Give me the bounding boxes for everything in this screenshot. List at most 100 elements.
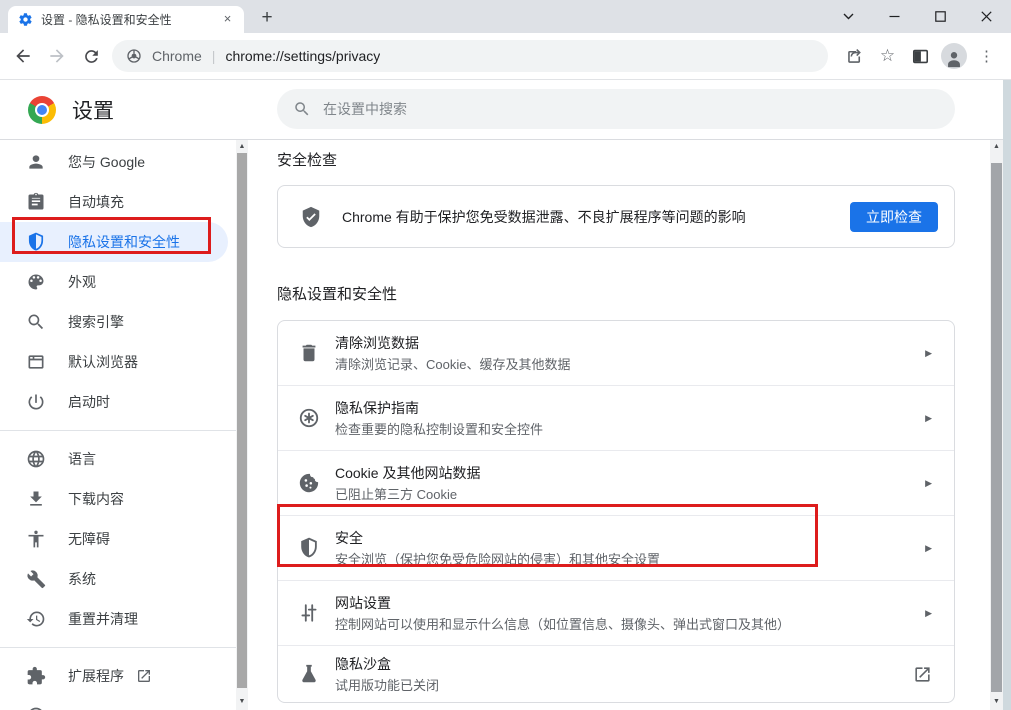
settings-gear-favicon-icon [18, 12, 33, 27]
search-input[interactable] [323, 101, 939, 117]
row-security[interactable]: 安全 安全浏览（保护您免受危险网站的侵害）和其他安全设置 ▶ [278, 516, 954, 581]
security-shield-icon [298, 537, 320, 559]
row-privacy-sandbox[interactable]: 隐私沙盒 试用版功能已关闭 [278, 646, 954, 702]
row-site-settings[interactable]: 网站设置 控制网站可以使用和显示什么信息（如位置信息、摄像头、弹出式窗口及其他）… [278, 581, 954, 646]
row-subtitle: 安全浏览（保护您免受危险网站的侵害）和其他安全设置 [335, 551, 925, 569]
trash-icon [298, 342, 320, 364]
scroll-up-icon[interactable]: ▲ [990, 140, 1003, 153]
new-tab-button[interactable]: + [254, 7, 280, 29]
side-panel-icon[interactable] [904, 40, 937, 73]
minimize-button[interactable] [871, 0, 917, 32]
row-privacy-guide[interactable]: 隐私保护指南 检查重要的隐私控制设置和安全控件 ▶ [278, 386, 954, 451]
sidebar-divider [0, 430, 236, 431]
sidebar-item-extensions[interactable]: 扩展程序 [0, 656, 236, 696]
window-controls [825, 0, 1009, 32]
row-title: 安全 [335, 528, 925, 548]
sidebar-item-accessibility[interactable]: 无障碍 [0, 519, 236, 559]
sidebar-item-label: 重置并清理 [68, 609, 138, 629]
tab-search-chevron-icon[interactable] [825, 0, 871, 32]
scroll-down-icon[interactable]: ▼ [990, 695, 1003, 708]
row-title: 清除浏览数据 [335, 333, 925, 353]
row-cookies[interactable]: Cookie 及其他网站数据 已阻止第三方 Cookie ▶ [278, 451, 954, 516]
sidebar-scrollbar-thumb[interactable] [237, 153, 247, 688]
sidebar-item-label: 隐私设置和安全性 [68, 232, 180, 252]
url-text: chrome://settings/privacy [225, 48, 380, 64]
sidebar-item-autofill[interactable]: 自动填充 [0, 182, 236, 222]
download-icon [26, 489, 46, 509]
palette-icon [26, 272, 46, 292]
bookmark-star-icon[interactable]: ☆ [871, 40, 904, 73]
sidebar-item-search-engine[interactable]: 搜索引擎 [0, 302, 236, 342]
sidebar-scrollbar[interactable]: ▲ ▼ [236, 140, 248, 710]
reload-icon[interactable] [74, 39, 108, 73]
browser-tab[interactable]: 设置 - 隐私设置和安全性 × [8, 6, 244, 33]
main-scrollbar-thumb[interactable] [991, 163, 1002, 692]
scroll-up-icon[interactable]: ▲ [236, 140, 248, 153]
sidebar-item-label: 自动填充 [68, 192, 124, 212]
maximize-button[interactable] [917, 0, 963, 32]
settings-brand: 设置 [28, 80, 114, 139]
privacy-guide-icon [298, 407, 320, 429]
browser-window-icon [26, 352, 46, 372]
close-window-button[interactable] [963, 0, 1009, 32]
settings-sidebar: 您与 Google 自动填充 隐私设置和安全性 外观 [0, 140, 236, 710]
chevron-right-icon: ▶ [925, 543, 932, 554]
sidebar-item-reset-and-cleanup[interactable]: 重置并清理 [0, 599, 236, 639]
chevron-right-icon: ▶ [925, 413, 932, 424]
sidebar-item-system[interactable]: 系统 [0, 559, 236, 599]
sidebar-item-you-and-google[interactable]: 您与 Google [0, 142, 236, 182]
toolbar-right-icons: ☆ ⋮ [838, 40, 1003, 73]
sidebar-item-languages[interactable]: 语言 [0, 439, 236, 479]
privacy-section-heading: 隐私设置和安全性 [277, 286, 955, 304]
sidebar-item-label: 外观 [68, 272, 96, 292]
main-scrollbar[interactable]: ▲ ▼ [990, 140, 1003, 710]
check-now-button[interactable]: 立即检查 [850, 202, 938, 232]
address-bar[interactable]: Chrome | chrome://settings/privacy [112, 40, 828, 72]
autofill-icon [26, 192, 46, 212]
row-title: 网站设置 [335, 593, 925, 613]
row-title: Cookie 及其他网站数据 [335, 463, 925, 483]
url-divider: | [212, 48, 216, 64]
row-subtitle: 检查重要的隐私控制设置和安全控件 [335, 421, 925, 439]
settings-header: 设置 [0, 80, 1011, 140]
sidebar-item-label: 无障碍 [68, 529, 110, 549]
share-icon[interactable] [838, 40, 871, 73]
scroll-down-icon[interactable]: ▼ [236, 695, 248, 708]
sidebar-item-privacy-and-security[interactable]: 隐私设置和安全性 [0, 222, 228, 262]
accessibility-icon [26, 529, 46, 549]
kebab-menu-icon[interactable]: ⋮ [970, 40, 1003, 73]
row-title: 隐私保护指南 [335, 398, 925, 418]
chevron-right-icon: ▶ [925, 608, 932, 619]
sidebar-item-default-browser[interactable]: 默认浏览器 [0, 342, 236, 382]
globe-icon [26, 449, 46, 469]
sidebar-item-appearance[interactable]: 外观 [0, 262, 236, 302]
row-subtitle: 试用版功能已关闭 [335, 677, 913, 695]
row-clear-browsing-data[interactable]: 清除浏览数据 清除浏览记录、Cookie、缓存及其他数据 ▶ [278, 321, 954, 386]
privacy-shield-icon [26, 232, 46, 252]
security-check-message: Chrome 有助于保护您免受数据泄露、不良扩展程序等问题的影响 [342, 207, 850, 227]
sidebar-item-downloads[interactable]: 下载内容 [0, 479, 236, 519]
row-subtitle: 已阻止第三方 Cookie [335, 486, 925, 504]
row-title: 隐私沙盒 [335, 654, 913, 674]
sidebar-item-label: 下载内容 [68, 489, 124, 509]
sidebar-item-label: 语言 [68, 449, 96, 469]
tab-close-icon[interactable]: × [219, 11, 236, 28]
shield-check-icon [300, 206, 322, 228]
sidebar-item-on-startup[interactable]: 启动时 [0, 382, 236, 422]
open-in-new-icon [913, 665, 932, 684]
url-site-label: Chrome [152, 48, 202, 64]
power-icon [26, 392, 46, 412]
forward-icon[interactable] [40, 39, 74, 73]
flask-icon [298, 663, 320, 685]
sidebar-item-label: 启动时 [68, 392, 110, 412]
history-restore-icon [26, 609, 46, 629]
profile-avatar[interactable] [937, 40, 970, 73]
window-edge [1003, 80, 1011, 710]
back-icon[interactable] [6, 39, 40, 73]
search-engine-icon [26, 312, 46, 332]
sidebar-item-label: 默认浏览器 [68, 352, 138, 372]
search-icon [293, 100, 311, 118]
settings-search-box[interactable] [277, 89, 955, 129]
sidebar-item-partial[interactable] [0, 696, 236, 710]
person-icon [26, 152, 46, 172]
